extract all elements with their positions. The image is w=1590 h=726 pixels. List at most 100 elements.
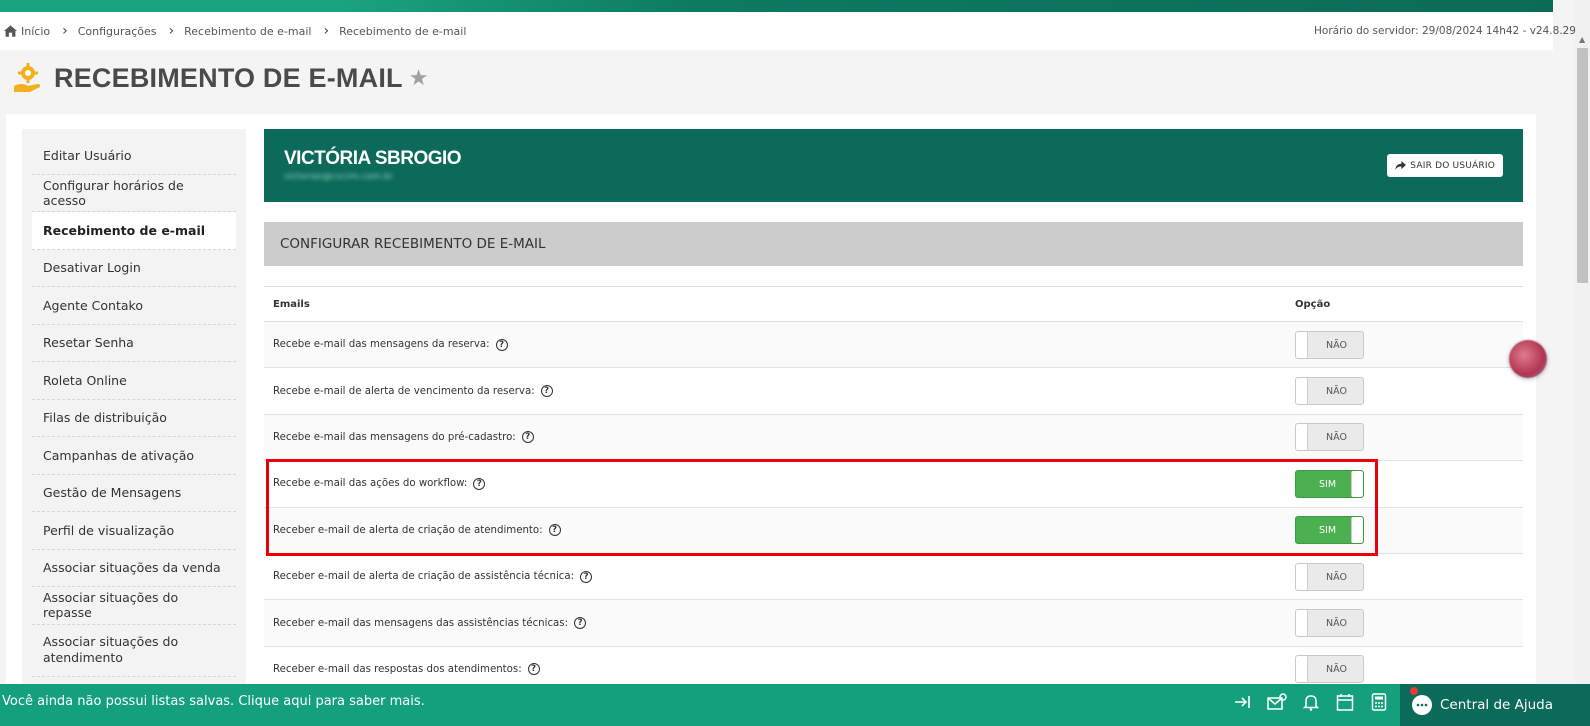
sidebar-item-situacoes-venda[interactable]: Associar situações da venda <box>32 550 236 587</box>
breadcrumb-label: Recebimento de e-mail <box>184 24 312 38</box>
table-row: Receber e-mail das mensagens das assistê… <box>264 600 1523 647</box>
user-card: VICTÓRIA SBROGIO victorias@cvcrm.com.br … <box>264 129 1523 202</box>
sidebar-item-roleta-online[interactable]: Roleta Online <box>32 362 236 400</box>
sidebar-item-label: Perfil de visualização <box>43 522 175 538</box>
breadcrumb-item: Recebimento de e-mail <box>339 25 466 38</box>
help-question-icon[interactable]: ? <box>521 431 534 444</box>
sidebar-item-editar-usuario[interactable]: Editar Usuário <box>32 137 236 175</box>
sidebar-item-label: Recebimento de e-mail <box>43 222 206 238</box>
sidebar-item-label: Agente Contako <box>43 297 143 313</box>
table-header: Emails Opção <box>264 287 1523 322</box>
breadcrumb-item[interactable]: Configurações <box>78 25 157 38</box>
sidebar-item-campanhas-ativacao[interactable]: Campanhas de ativação <box>32 437 236 475</box>
sidebar-item-label: Associar situações do repasse <box>43 590 179 621</box>
breadcrumb-item[interactable]: Recebimento de e-mail <box>184 25 311 38</box>
breadcrumb-label: Configurações <box>77 24 157 38</box>
toggle-value: NÃO <box>1326 618 1347 630</box>
sidebar-item-label: Filas de distribuição <box>43 410 167 426</box>
chat-icon <box>1412 695 1432 715</box>
breadcrumb-home[interactable]: Início <box>4 25 50 38</box>
sidebar-item-filas-distribuicao[interactable]: Filas de distribuição <box>32 400 236 437</box>
toggle-value: NÃO <box>1326 432 1347 444</box>
chevron-right-icon: › <box>168 23 175 39</box>
mail-settings-icon[interactable] <box>1266 691 1288 713</box>
email-option-text: Receber e-mail das respostas dos atendim… <box>273 663 522 675</box>
chevron-right-icon: › <box>62 23 68 39</box>
notification-dot <box>1410 687 1418 695</box>
help-question-icon[interactable]: ? <box>495 338 508 351</box>
email-option-text: Receber e-mail das mensagens das assistê… <box>273 617 569 629</box>
saved-lists-message[interactable]: Você ainda não possui listas salvas. Cli… <box>2 694 425 709</box>
scrollbar[interactable]: ▲ <box>1575 0 1590 684</box>
breadcrumb-label: Início <box>21 24 51 38</box>
scrollbar-thumb[interactable] <box>1577 48 1588 283</box>
sidebar-item-label: Resetar Senha <box>43 335 134 351</box>
toggle-knob <box>1296 378 1308 405</box>
calendar-icon[interactable] <box>1334 691 1356 713</box>
sidebar-item-agente-contako[interactable]: Agente Contako <box>32 287 236 325</box>
sidebar-item-label: Associar situações do atendimento <box>43 634 179 665</box>
email-option-text: Recebe e-mail das mensagens do pré-cadas… <box>273 431 516 443</box>
sidebar-item-situacoes-repasse[interactable]: Associar situações do repasse <box>32 587 236 625</box>
arrow-right-bar-icon[interactable] <box>1232 691 1254 713</box>
chevron-right-icon: › <box>323 23 330 39</box>
email-option-text: Recebe e-mail das mensagens da reserva: <box>273 339 490 351</box>
toggle-knob <box>1296 424 1308 451</box>
email-toggle[interactable]: NÃO <box>1295 609 1364 638</box>
calculator-icon[interactable] <box>1368 691 1390 713</box>
sidebar-item-gestao-mensagens[interactable]: Gestão de Mensagens <box>32 475 236 512</box>
toggle-knob <box>1296 331 1308 358</box>
email-toggle[interactable]: NÃO <box>1295 377 1364 406</box>
bell-icon[interactable] <box>1300 691 1322 713</box>
sidebar-item-label: Desativar Login <box>43 260 141 276</box>
email-option-text: Receber e-mail de alerta de criação de a… <box>273 571 575 583</box>
sidebar-item-label: Gestão de Mensagens <box>43 485 182 501</box>
star-icon[interactable]: ★ <box>409 66 429 91</box>
highlight-annotation <box>266 459 1378 556</box>
email-option-label: Recebe e-mail das mensagens da reserva:? <box>273 338 508 351</box>
email-option-label: Recebe e-mail de alerta de vencimento da… <box>273 385 553 398</box>
toggle-value: NÃO <box>1326 571 1347 583</box>
share-arrow-icon <box>1395 161 1407 170</box>
email-toggle[interactable]: NÃO <box>1295 562 1364 591</box>
section-header: CONFIGURAR RECEBIMENTO DE E-MAIL <box>264 222 1523 266</box>
toggle-value: NÃO <box>1326 386 1347 398</box>
toggle-value: NÃO <box>1326 664 1347 676</box>
page-header: RECEBIMENTO DE E-MAIL ★ <box>12 62 428 94</box>
logout-label: SAIR DO USUÁRIO <box>1410 160 1495 171</box>
email-option-label: Recebe e-mail das mensagens do pré-cadas… <box>273 431 534 444</box>
help-question-icon[interactable]: ? <box>574 617 587 630</box>
sidebar-item-label: Associar situações da venda <box>43 560 221 576</box>
help-center-button[interactable]: Central de Ajuda <box>1400 684 1590 726</box>
help-question-icon[interactable]: ? <box>527 663 540 676</box>
email-toggle[interactable]: NÃO <box>1295 330 1364 359</box>
sidebar-item-resetar-senha[interactable]: Resetar Senha <box>32 325 236 362</box>
help-question-icon[interactable]: ? <box>580 570 593 583</box>
column-header-emails: Emails <box>273 298 310 310</box>
column-header-opcao: Opção <box>1295 298 1331 310</box>
logout-button[interactable]: SAIR DO USUÁRIO <box>1387 154 1503 177</box>
toggle-knob <box>1296 656 1308 683</box>
help-question-icon[interactable]: ? <box>540 385 553 398</box>
breadcrumb-label: Recebimento de e-mail <box>339 24 467 38</box>
sidebar-item-perfil-visualizacao[interactable]: Perfil de visualização <box>32 512 236 550</box>
footer-bar: Você ainda não possui listas salvas. Cli… <box>0 684 1590 726</box>
floating-avatar[interactable] <box>1509 340 1547 378</box>
email-option-label: Receber e-mail de alerta de criação de a… <box>273 570 593 583</box>
sidebar: Editar Usuário Configurar horários de ac… <box>22 129 246 689</box>
email-option-text: Recebe e-mail de alerta de vencimento da… <box>273 385 535 397</box>
scroll-up-icon[interactable]: ▲ <box>1579 35 1585 44</box>
sidebar-item-label: Configurar horários de acesso <box>43 177 184 208</box>
top-color-strip <box>0 0 1553 12</box>
email-toggle[interactable]: NÃO <box>1295 655 1364 684</box>
table-row: Receber e-mail de alerta de criação de a… <box>264 554 1523 601</box>
sidebar-item-configurar-horarios[interactable]: Configurar horários de acesso <box>32 175 236 212</box>
email-option-label: Receber e-mail das mensagens das assistê… <box>273 617 587 630</box>
sidebar-item-situacoes-atendimento[interactable]: Associar situações do atendimento <box>32 625 236 677</box>
table-row: Recebe e-mail das mensagens da reserva:?… <box>264 322 1523 369</box>
email-toggle[interactable]: NÃO <box>1295 423 1364 452</box>
sidebar-item-desativar-login[interactable]: Desativar Login <box>32 250 236 287</box>
sidebar-item-recebimento-email[interactable]: Recebimento de e-mail <box>32 212 236 250</box>
sidebar-item-label: Campanhas de ativação <box>43 447 195 463</box>
server-time: Horário do servidor: 29/08/2024 14h42 - … <box>1314 25 1576 37</box>
